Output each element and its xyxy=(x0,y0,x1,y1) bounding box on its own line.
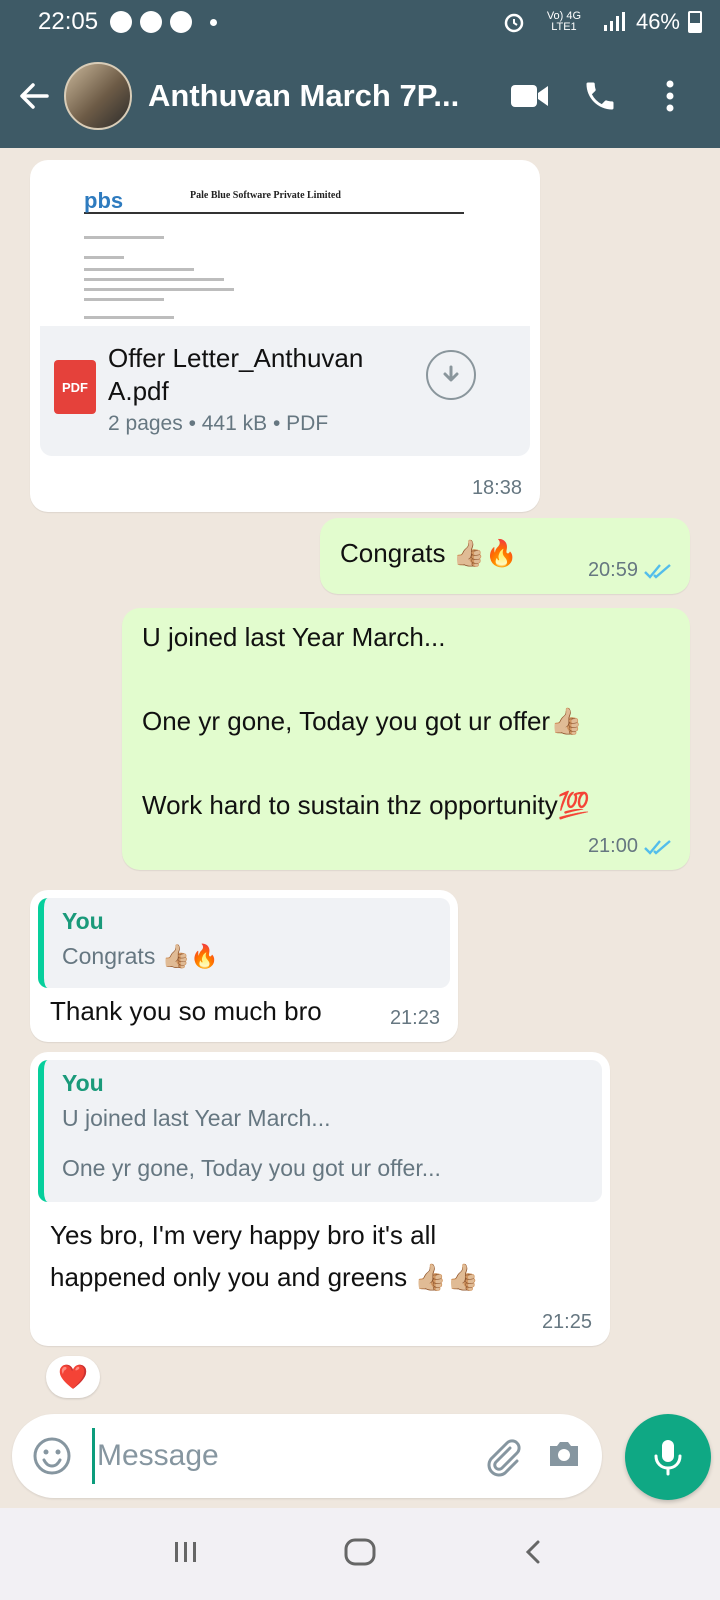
back-button[interactable] xyxy=(4,66,64,126)
attach-button[interactable] xyxy=(480,1434,524,1483)
download-button[interactable] xyxy=(426,350,476,400)
message-meta: 21:00 xyxy=(588,835,672,858)
video-camera-icon xyxy=(511,85,548,107)
voice-call-button[interactable] xyxy=(578,74,622,118)
phone-icon xyxy=(586,82,614,110)
more-vertical-icon xyxy=(666,80,674,112)
camera-button[interactable] xyxy=(544,1434,584,1479)
preview-line xyxy=(84,256,124,259)
quoted-message[interactable]: You U joined last Year March... One yr g… xyxy=(38,1060,602,1202)
message-line: Work hard to sustain thz opportunity💯 xyxy=(142,790,591,820)
message-line: One yr gone, Today you got ur offer👍🏼 xyxy=(142,706,583,736)
message-line: U joined last Year March... xyxy=(142,622,446,652)
heart-reaction[interactable]: ❤️ xyxy=(46,1356,100,1398)
document-preview[interactable]: pbs Pale Blue Software Private Limited xyxy=(40,170,530,326)
system-navigation-bar xyxy=(0,1508,720,1600)
recents-icon xyxy=(174,1541,196,1562)
message-time: 21:00 xyxy=(587,835,638,857)
emoji-button[interactable] xyxy=(30,1434,74,1483)
status-time: 22:05 xyxy=(38,8,99,35)
chat-header: Anthuvan March 7P... xyxy=(0,50,720,142)
microphone-icon xyxy=(654,1440,682,1476)
arrow-left-icon xyxy=(20,83,49,109)
message-line: Yes bro, I'm very happy bro it's all xyxy=(50,1220,437,1250)
incoming-reply-message[interactable]: You U joined last Year March... One yr g… xyxy=(30,1052,610,1346)
chrome-notification-icon xyxy=(140,11,163,33)
chevron-left-icon xyxy=(526,1540,540,1563)
quote-text: Congrats 👍🏼🔥 xyxy=(62,943,219,969)
more-options-button[interactable] xyxy=(648,74,692,118)
recent-apps-button[interactable] xyxy=(171,1537,201,1572)
network-indicator: Vo) 4G LTE1 xyxy=(546,10,582,33)
contact-avatar[interactable] xyxy=(64,62,132,130)
quote-text: U joined last Year March... xyxy=(62,1105,331,1131)
double-check-read-icon xyxy=(644,563,671,579)
alarm-icon xyxy=(504,13,524,33)
home-icon xyxy=(344,1538,376,1565)
chrome-notification-icon-2 xyxy=(170,11,193,33)
preview-line xyxy=(84,288,234,291)
message-time: 21:25 xyxy=(541,1311,592,1333)
incoming-reply-message[interactable]: You Congrats 👍🏼🔥 Thank you so much bro 2… xyxy=(30,890,458,1042)
message-text: Congrats 👍🏼🔥 xyxy=(340,538,518,568)
document-message[interactable]: pbs Pale Blue Software Private Limited P… xyxy=(30,160,540,512)
preview-line xyxy=(84,316,174,319)
youtube-notification-icon xyxy=(110,11,133,33)
preview-line xyxy=(84,298,164,301)
preview-line xyxy=(84,278,224,281)
message-input[interactable] xyxy=(92,1428,452,1484)
message-line: happened only you and greens 👍🏼👍🏼 xyxy=(50,1262,480,1292)
camera-icon xyxy=(550,1442,578,1466)
message-time: 21:23 xyxy=(389,1007,440,1029)
smiley-icon xyxy=(33,1437,71,1475)
message-meta: 21:23 xyxy=(390,1007,440,1030)
paperclip-icon xyxy=(487,1439,521,1477)
back-nav-button[interactable] xyxy=(519,1537,549,1572)
voice-message-button[interactable] xyxy=(625,1414,711,1500)
more-notifications-dot-icon xyxy=(210,18,218,26)
status-bar: 22:05 Vo) 4G LTE1 46% xyxy=(0,0,720,44)
message-meta: 20:59 xyxy=(588,559,672,582)
preview-line xyxy=(84,268,194,271)
pdf-file-icon: PDF xyxy=(54,360,96,414)
chat-area[interactable]: pbs Pale Blue Software Private Limited P… xyxy=(0,148,720,1408)
quote-author: You xyxy=(62,1070,104,1096)
document-info[interactable]: PDF Offer Letter_Anthuvan A.pdf 2 pages … xyxy=(40,326,530,456)
message-time: 20:59 xyxy=(587,559,638,581)
quote-author: You xyxy=(62,908,104,934)
letterhead-logo: pbs xyxy=(84,188,124,213)
message-composer xyxy=(12,1414,602,1498)
video-call-button[interactable] xyxy=(508,74,552,118)
message-text: Thank you so much bro xyxy=(50,996,322,1026)
signal-icon xyxy=(603,12,625,31)
download-arrow-icon xyxy=(443,365,459,382)
message-meta: 21:25 xyxy=(542,1311,592,1334)
preview-line xyxy=(84,236,164,239)
message-meta: 18:38 xyxy=(472,477,522,500)
outgoing-message[interactable]: U joined last Year March... One yr gone,… xyxy=(122,608,690,870)
document-details: 2 pages • 441 kB • PDF xyxy=(108,412,329,435)
home-button[interactable] xyxy=(342,1534,378,1575)
document-file-name: Offer Letter_Anthuvan A.pdf xyxy=(108,343,364,406)
battery-percent: 46% xyxy=(635,9,680,34)
chat-title[interactable]: Anthuvan March 7P... xyxy=(148,78,459,114)
message-time: 18:38 xyxy=(471,477,522,499)
quoted-message[interactable]: You Congrats 👍🏼🔥 xyxy=(38,898,450,988)
battery-icon xyxy=(688,11,702,33)
top-bar: 22:05 Vo) 4G LTE1 46% Anthuvan March 7P.… xyxy=(0,0,720,148)
letterhead-company: Pale Blue Software Private Limited xyxy=(190,190,341,201)
double-check-read-icon xyxy=(644,839,671,855)
quote-text: One yr gone, Today you got ur offer... xyxy=(62,1155,441,1181)
outgoing-message[interactable]: Congrats 👍🏼🔥 20:59 xyxy=(320,518,690,594)
